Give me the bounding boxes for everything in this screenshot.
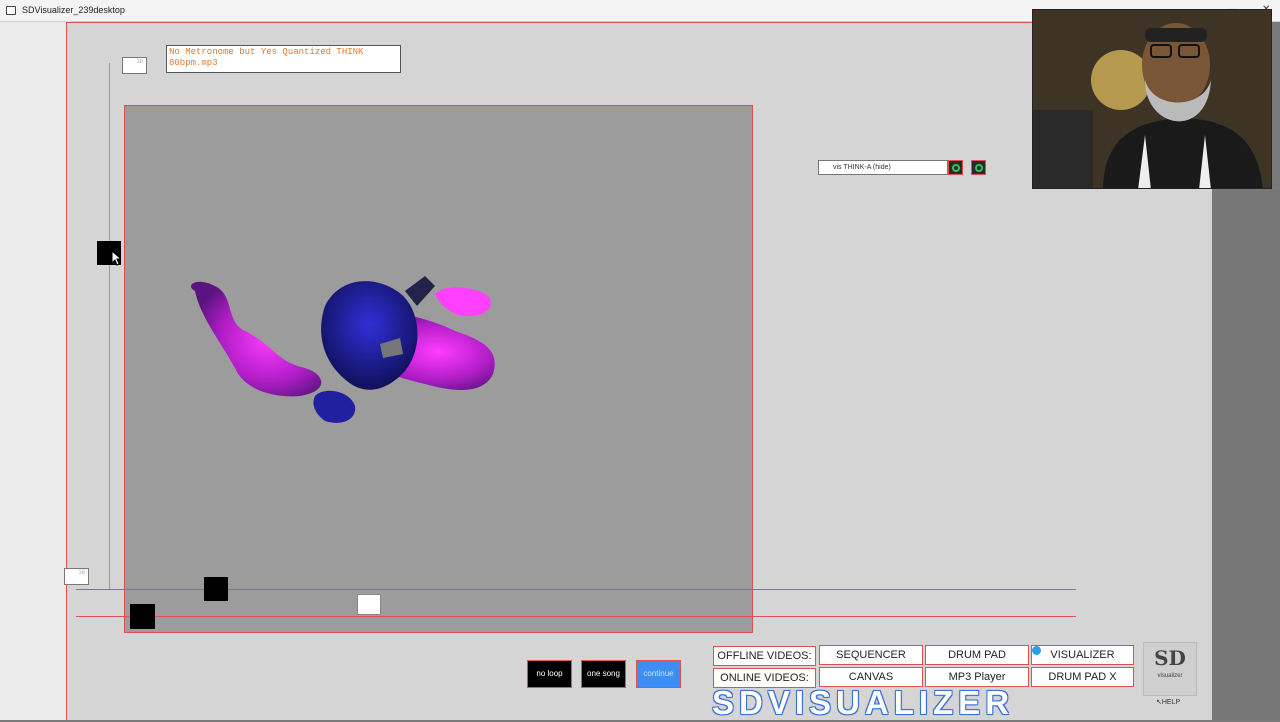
help-label[interactable]: HELP: [1162, 699, 1180, 706]
check-icon: [1032, 646, 1041, 655]
no-loop-button[interactable]: no loop: [527, 660, 572, 688]
sequencer-button[interactable]: SEQUENCER: [819, 645, 923, 665]
visualizer-button[interactable]: VISUALIZER: [1031, 645, 1134, 665]
zoom-icon[interactable]: [971, 160, 986, 175]
timeline-block-2[interactable]: [130, 604, 155, 629]
logo-mark: SD: [1154, 646, 1186, 670]
vis-layer-label: vis THINK-A (hide): [818, 160, 948, 175]
song-filename-box: No Metronome but Yes Quantized THINK 80b…: [166, 45, 401, 73]
one-song-button[interactable]: one song: [581, 660, 626, 688]
app-icon: [6, 6, 16, 15]
visualizer-viewport[interactable]: [124, 105, 753, 633]
right-margin: [1212, 190, 1280, 720]
top-marker-box[interactable]: 1b: [122, 57, 147, 74]
bottom-marker-box[interactable]: 16: [64, 568, 89, 585]
timeline-line-lower: [76, 616, 1076, 617]
vertical-slider-track[interactable]: [109, 63, 110, 590]
timeline-block-1[interactable]: [204, 577, 228, 601]
logo-sub: visualizer: [1157, 673, 1183, 679]
window-title: SDVisualizer_239desktop: [22, 5, 125, 15]
brand-wordmark: SDVISUALIZER: [712, 684, 1015, 721]
help-link[interactable]: ↖HELP: [1156, 698, 1180, 706]
drum-pad-button[interactable]: DRUM PAD: [925, 645, 1029, 665]
3d-figure: [191, 276, 495, 423]
drum-pad-x-button[interactable]: DRUM PAD X: [1031, 667, 1134, 687]
timeline-playhead[interactable]: [357, 594, 381, 615]
offline-videos-label: OFFLINE VIDEOS:: [713, 646, 816, 666]
webcam-overlay: [1032, 9, 1272, 189]
left-margin: [0, 22, 66, 720]
sdvisualizer-logo[interactable]: SD visualizer: [1143, 642, 1197, 696]
mouse-cursor-icon: [111, 250, 121, 266]
continue-button[interactable]: continue: [636, 660, 681, 688]
eye-icon[interactable]: [948, 160, 963, 175]
